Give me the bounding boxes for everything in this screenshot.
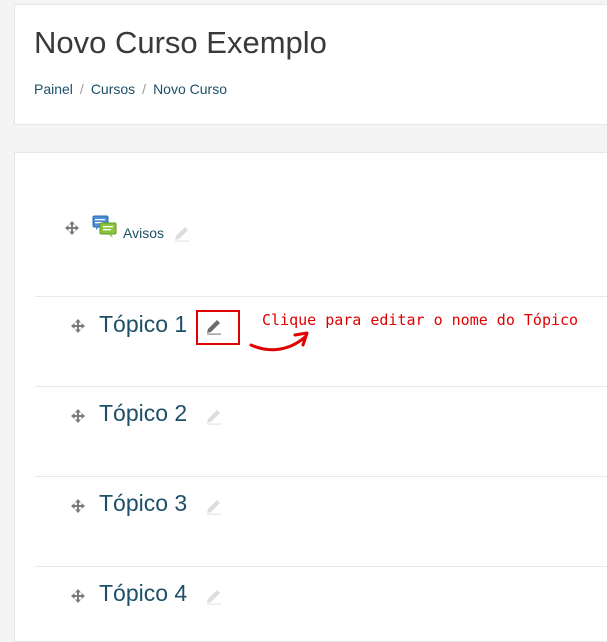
- move-icon[interactable]: [65, 221, 79, 235]
- move-icon[interactable]: [71, 499, 85, 513]
- breadcrumb-item-painel[interactable]: Painel: [34, 81, 73, 97]
- topic-title-1[interactable]: Tópico 1: [99, 311, 187, 338]
- section-divider: [35, 386, 607, 387]
- breadcrumb-separator: /: [142, 81, 147, 97]
- section-divider: [35, 566, 607, 567]
- section-divider: [35, 296, 607, 297]
- course-content: Avisos Tópico 1 Clique para editar o nom…: [14, 152, 607, 642]
- page-title: Novo Curso Exemplo: [34, 25, 327, 60]
- breadcrumb-item-cursos[interactable]: Cursos: [91, 81, 135, 97]
- pencil-icon[interactable]: [205, 587, 223, 605]
- topic-title-4[interactable]: Tópico 4: [99, 580, 187, 607]
- pencil-icon[interactable]: [205, 497, 223, 515]
- topic-title-2[interactable]: Tópico 2: [99, 400, 187, 427]
- breadcrumb: Painel / Cursos / Novo Curso: [34, 81, 227, 97]
- page-header: Novo Curso Exemplo Painel / Cursos / Novo Cu…: [14, 4, 607, 125]
- topic-title-3[interactable]: Tópico 3: [99, 490, 187, 517]
- breadcrumb-item-novo-curso[interactable]: Novo Curso: [153, 81, 227, 97]
- forum-icon[interactable]: [92, 215, 117, 239]
- pencil-icon[interactable]: [205, 407, 223, 425]
- pencil-icon[interactable]: [173, 224, 191, 242]
- move-icon[interactable]: [71, 319, 85, 333]
- announcements-link[interactable]: Avisos: [123, 225, 164, 241]
- breadcrumb-separator: /: [79, 81, 84, 97]
- annotation-text: Clique para editar o nome do Tópico: [262, 311, 579, 329]
- section-divider: [35, 476, 607, 477]
- move-icon[interactable]: [71, 589, 85, 603]
- move-icon[interactable]: [71, 409, 85, 423]
- highlight-box: [196, 310, 240, 345]
